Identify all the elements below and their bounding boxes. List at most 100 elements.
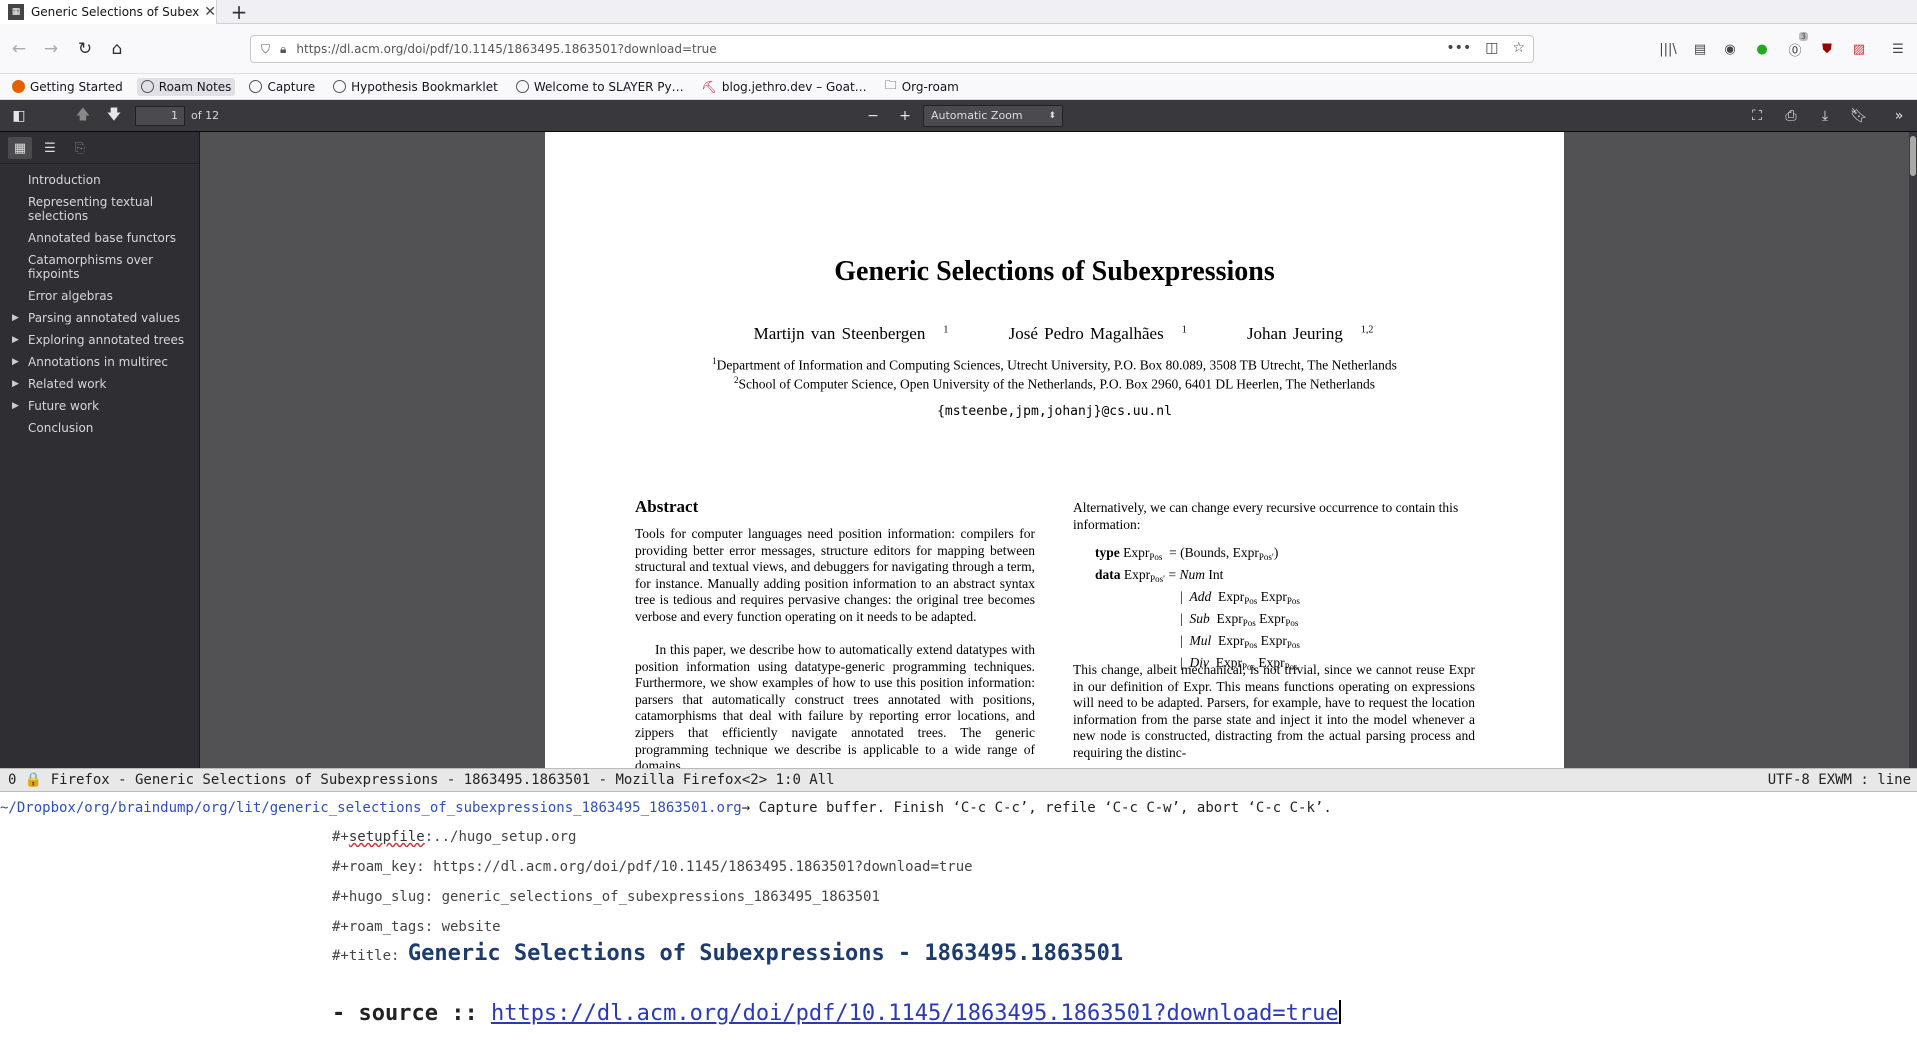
globe-icon: [249, 80, 263, 93]
expand-arrow-icon[interactable]: ▶: [12, 377, 19, 391]
outline-item[interactable]: Representing textual selections: [0, 191, 199, 227]
viewer-scroll-thumb[interactable]: [1910, 136, 1916, 176]
outline-item[interactable]: ▶ Exploring annotated trees: [0, 329, 199, 351]
outline-item[interactable]: Introduction: [0, 169, 199, 191]
presentation-mode-button[interactable]: ⛶: [1746, 106, 1768, 126]
extension-badge-icon[interactable]: ⓪3: [1784, 32, 1808, 60]
org-title-line[interactable]: #+title: Generic Selections of Subexpres…: [332, 941, 1123, 966]
new-tab-button[interactable]: +: [228, 0, 250, 24]
tab-title: Generic Selections of Subexpre: [31, 5, 201, 19]
outline-item-label: Conclusion: [28, 421, 94, 435]
affiliation-2: 2School of Computer Science, Open Univer…: [733, 375, 1376, 392]
outline-item[interactable]: ▶ Future work: [0, 395, 199, 417]
author-1: Martijn van Steenbergen 1: [753, 324, 949, 343]
ublock-icon[interactable]: ⛊: [1816, 38, 1838, 60]
lock-icon[interactable]: 🔒︎: [280, 42, 286, 57]
outline-item[interactable]: ▶ Parsing annotated values: [0, 307, 199, 329]
home-button[interactable]: ⌂: [104, 36, 130, 62]
outline-item-label: Error algebras: [28, 289, 113, 303]
back-button[interactable]: ←: [6, 36, 32, 62]
close-tab-icon[interactable]: ✕: [204, 4, 216, 20]
bookmark-capture[interactable]: Capture: [245, 78, 319, 96]
org-hugo-slug-line[interactable]: #+hugo_slug: generic_selections_of_subex…: [332, 889, 880, 905]
forward-button[interactable]: →: [38, 36, 64, 62]
org-roam-key-line[interactable]: #+roam_key: https://dl.acm.org/doi/pdf/1…: [332, 859, 973, 875]
outline-item[interactable]: ▶ Related work: [0, 373, 199, 395]
bookmark-org-roam[interactable]: 🗀 Org-roam: [881, 74, 963, 99]
firefox-icon: [12, 80, 25, 93]
expand-arrow-icon[interactable]: ▶: [12, 399, 19, 413]
tools-button[interactable]: »: [1888, 106, 1910, 126]
globe-icon: [515, 80, 529, 93]
outline-item[interactable]: ▶ Annotations in multirec: [0, 351, 199, 373]
bookmark-roam-notes[interactable]: Roam Notes: [136, 77, 236, 96]
expand-arrow-icon[interactable]: ▶: [12, 333, 19, 347]
next-page-button[interactable]: 🡇: [103, 106, 125, 126]
source-link[interactable]: https://dl.acm.org/doi/pdf/10.1145/18634…: [491, 1001, 1339, 1026]
modeline-left: 0 🔒 Firefox - Generic Selections of Sube…: [8, 772, 835, 788]
bookmark-hypothesis[interactable]: Hypothesis Bookmarklet: [329, 78, 502, 96]
bookmark-getting-started[interactable]: Getting Started: [8, 78, 127, 96]
column2-paragraph-1: Alternatively, we can change every recur…: [1073, 500, 1459, 532]
url-bar[interactable]: ⛉ 🔒︎ https://dl.acm.org/doi/pdf/10.1145/…: [250, 35, 1534, 63]
outline-item[interactable]: Catamorphisms over fixpoints: [0, 249, 199, 285]
affiliation-1: 1Department of Information and Computing…: [712, 356, 1397, 373]
bookmark-slayer[interactable]: Welcome to SLAYER Py…: [512, 78, 688, 96]
outline-item-label: Catamorphisms over fixpoints: [28, 253, 154, 281]
page-number-input[interactable]: 1: [135, 106, 185, 126]
page-count: of 12: [191, 109, 220, 122]
extension-green-icon[interactable]: ●: [1751, 38, 1773, 60]
bookmark-view-button[interactable]: 🔖︎: [1848, 106, 1870, 126]
nav-bar: ← → ↻ ⌂ ⛉ 🔒︎ https://dl.acm.org/doi/pdf/…: [0, 24, 1917, 74]
print-button[interactable]: ⎙: [1780, 106, 1802, 126]
expand-arrow-icon[interactable]: ▶: [12, 311, 19, 325]
folder-icon: 🗀: [884, 78, 897, 92]
pdf-extension-icon[interactable]: ▨: [1848, 38, 1870, 60]
viewer-scrollbar[interactable]: [1909, 132, 1917, 768]
acm-favicon-icon: ▦: [8, 4, 24, 20]
select-arrows-icon: ⬍: [1048, 111, 1056, 121]
shield-icon[interactable]: ⛉: [261, 42, 270, 57]
sidebar-toggle-icon[interactable]: ▤: [1689, 38, 1711, 60]
pdf-toolbar: ◧ 🡅 🡇 1 of 12 − + Automatic Zoom ⬍ ⛶ ⎙ ⤓ …: [0, 100, 1917, 132]
org-setupfile-line[interactable]: #+setupfile:../hugo_setup.org: [332, 829, 576, 845]
reload-button[interactable]: ↻: [72, 36, 98, 62]
outline-item[interactable]: Conclusion: [0, 417, 199, 439]
abstract-heading: Abstract: [635, 497, 699, 516]
bookmark-blog-jethro[interactable]: ⛏ blog.jethro.dev – Goat…: [698, 78, 871, 96]
bookmark-star-icon[interactable]: ☆: [1512, 40, 1525, 56]
page-actions-icon[interactable]: •••: [1446, 40, 1471, 56]
download-button[interactable]: ⤓: [1814, 106, 1836, 126]
pocket-icon[interactable]: ◫: [1485, 40, 1498, 56]
tab-strip: ▦ Generic Selections of Subexpre ✕ +: [0, 0, 1917, 24]
outline-item-label: Annotated base functors: [28, 231, 177, 245]
outline-item-label: Exploring annotated trees: [28, 333, 185, 347]
abstract-paragraph-2: In this paper, we describe how to automa…: [635, 642, 1035, 768]
library-icon[interactable]: |||\: [1657, 38, 1679, 60]
outline-item-label: Parsing annotated values: [28, 311, 181, 325]
zoom-in-button[interactable]: +: [894, 106, 916, 126]
outline-item[interactable]: Error algebras: [0, 285, 199, 307]
account-icon[interactable]: ◉: [1719, 38, 1741, 60]
url-text[interactable]: https://dl.acm.org/doi/pdf/10.1145/18634…: [296, 42, 716, 56]
previous-page-button[interactable]: 🡅: [72, 106, 94, 126]
tab-active[interactable]: ▦ Generic Selections of Subexpre ✕: [0, 0, 217, 24]
org-source-line[interactable]: - source :: https://dl.acm.org/doi/pdf/1…: [332, 1000, 1341, 1026]
org-roam-tags-line[interactable]: #+roam_tags: website: [332, 919, 501, 935]
thumbnails-icon[interactable]: ▦: [8, 137, 32, 159]
attachments-icon[interactable]: ⎘: [68, 137, 92, 159]
outline-icon[interactable]: ☰: [38, 137, 62, 159]
outline-item[interactable]: Annotated base functors: [0, 227, 199, 249]
expand-arrow-icon[interactable]: ▶: [12, 355, 19, 369]
zoom-select[interactable]: Automatic Zoom ⬍: [923, 105, 1063, 127]
text-cursor: [1338, 1000, 1341, 1024]
sidebar-toggle-button[interactable]: ◧: [8, 106, 30, 126]
author-2: José Pedro Magalhães 1: [1008, 324, 1187, 343]
outline-item-label: Introduction: [28, 173, 101, 187]
author-3: Johan Jeuring 1,2: [1246, 324, 1374, 343]
zoom-out-button[interactable]: −: [862, 106, 884, 126]
capture-header: ~/Dropbox/org/braindump/org/lit/generic_…: [0, 797, 1917, 819]
menu-icon[interactable]: ☰: [1887, 38, 1909, 60]
sidebar-tools: ▦ ☰ ⎘: [0, 132, 199, 164]
column2-paragraph-2: This change, albeit mechanical, is not t…: [1073, 662, 1475, 760]
